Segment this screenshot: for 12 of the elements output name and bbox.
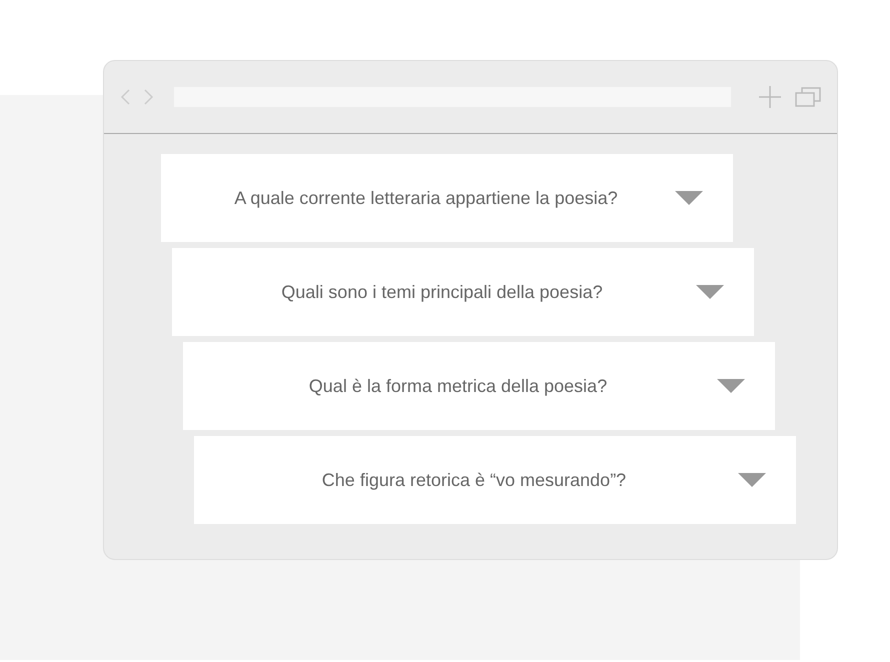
question-text: Qual è la forma metrica della poesia? — [308, 376, 608, 396]
windows-icon[interactable] — [795, 87, 821, 107]
faq-item[interactable]: A quale corrente letteraria appartiene la poesia? — [161, 154, 733, 242]
plus-icon[interactable] — [759, 86, 781, 108]
forward-icon[interactable] — [144, 89, 154, 105]
question-text: A quale corrente letteraria appartiene la poesia? — [233, 188, 619, 208]
back-icon[interactable] — [120, 89, 130, 105]
question-text: Che figura retorica è “vo mesurando”? — [320, 470, 628, 490]
question-text: Quali sono i temi principali della poesia? — [280, 282, 604, 302]
faq-item[interactable]: Qual è la forma metrica della poesia? — [183, 342, 775, 430]
faq-item[interactable]: Che figura retorica è “vo mesurando”? — [194, 436, 796, 524]
faq-item[interactable]: Quali sono i temi principali della poesia? — [172, 248, 754, 336]
